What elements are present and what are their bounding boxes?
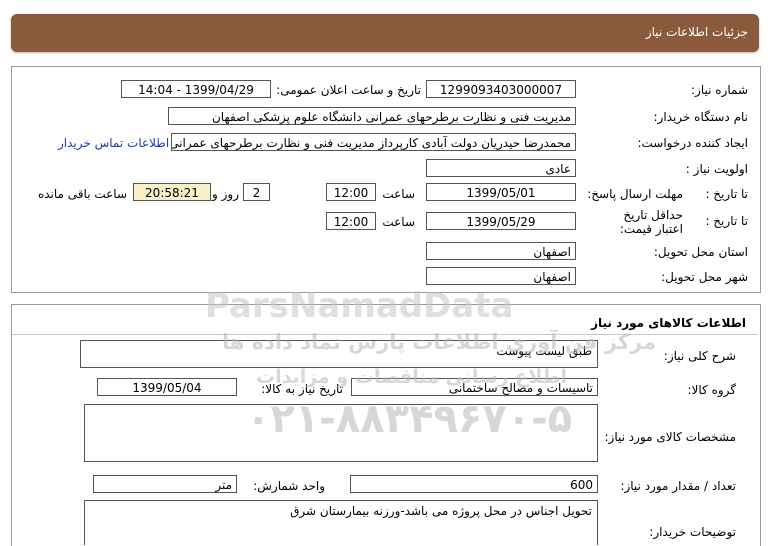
price-validity-label: حداقل تاریخ اعتبار قیمت: <box>619 208 683 236</box>
quantity-field: 600 <box>350 475 598 493</box>
creator-label: ایجاد کننده درخواست: <box>637 136 748 150</box>
city-label: شهر محل تحویل: <box>661 270 748 284</box>
validity-date-field: 1399/05/29 <box>426 212 576 230</box>
creator-field: محمدرضا حیدریان دولت آبادی کارپرداز مدیر… <box>171 133 576 151</box>
buyer-org-field: مدیریت فنی و نظارت برطرحهای عمرانی دانشگ… <box>168 107 576 125</box>
priority-field: عادی <box>426 159 576 177</box>
unit-label: واحد شمارش: <box>253 479 325 493</box>
need-info-panel <box>11 66 761 293</box>
goods-section-title: اطلاعات کالاهای مورد نیاز <box>591 316 746 330</box>
reply-deadline-label: مهلت ارسال پاسخ: <box>587 187 683 201</box>
watermark-phone: ۰۲۱-۸۸۳۴۹۶۷۰-۵ <box>246 396 573 442</box>
validity-to-date-label: تا تاریخ : <box>705 214 748 228</box>
watermark-brand: ParsNamadData <box>205 286 514 326</box>
need-number-label: شماره نیاز: <box>691 83 748 97</box>
province-label: استان محل تحویل: <box>653 245 748 259</box>
announce-field: 1399/04/29 - 14:04 <box>121 80 271 98</box>
goods-group-label: گروه کالا: <box>687 383 737 397</box>
remaining-label: ساعت باقی مانده <box>37 187 127 201</box>
validity-time-field: 12:00 <box>326 212 376 230</box>
page-title: جزئیات اطلاعات نیاز <box>645 25 748 39</box>
need-date-field: 1399/05/04 <box>97 378 237 396</box>
announce-label: تاریخ و ساعت اعلان عمومی: <box>276 83 421 97</box>
priority-label: اولویت نیاز : <box>685 162 748 176</box>
buyer-contact-link[interactable]: اطلاعات تماس خریدار <box>58 136 169 150</box>
buyer-notes-label: توضیحات خریدار: <box>649 525 736 539</box>
days-label: روز و <box>212 187 239 201</box>
days-field: 2 <box>243 183 270 201</box>
unit-field: متر <box>93 475 237 493</box>
watermark-tagline: مرکز فن آوری اطلاعات پارس نماد داده ها <box>222 330 657 354</box>
buyer-notes-field: تحویل اجناس در محل پروژه می باشد-ورزنه ب… <box>84 500 598 545</box>
reply-time-field: 12:00 <box>326 183 376 201</box>
reply-date-field: 1399/05/01 <box>426 183 576 201</box>
need-number-field: 1299093403000007 <box>426 80 576 98</box>
reply-to-date-label: تا تاریخ : <box>705 187 748 201</box>
watermark-subtitle: اطلاع رسانی مناقصات و مزایدات <box>256 366 568 388</box>
validity-time-label: ساعت <box>382 215 415 229</box>
summary-label: شرح کلی نیاز: <box>663 349 736 363</box>
reply-time-label: ساعت <box>382 187 415 201</box>
specs-label: مشخصات کالای مورد نیاز: <box>604 430 736 444</box>
buyer-org-label: نام دستگاه خریدار: <box>653 110 749 124</box>
province-field: اصفهان <box>426 242 576 260</box>
remaining-time-field: 20:58:21 <box>133 183 211 201</box>
quantity-label: تعداد / مقدار مورد نیاز: <box>620 479 736 493</box>
city-field: اصفهان <box>426 267 576 285</box>
